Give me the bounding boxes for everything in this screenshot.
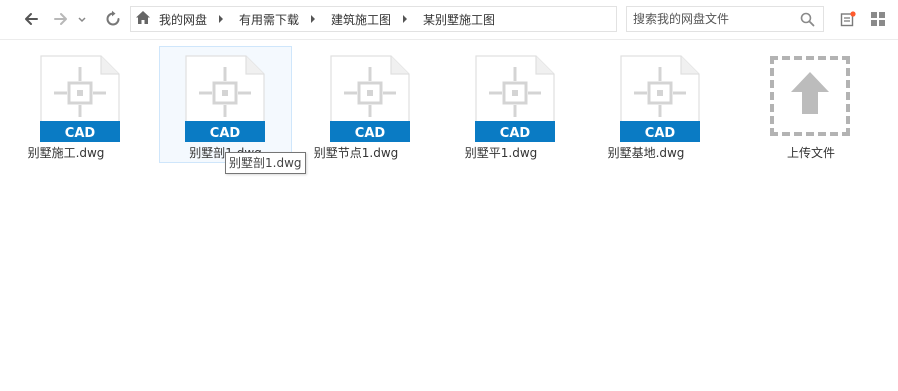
upload-label: 上传文件 — [786, 146, 835, 160]
refresh-icon — [106, 10, 120, 26]
chevron-down-icon — [78, 17, 86, 23]
file-item[interactable]: CAD 别墅平1.dwg — [435, 46, 567, 163]
upload-arrow-icon — [791, 72, 829, 114]
grid-view-icon — [871, 12, 885, 26]
home-icon[interactable] — [135, 10, 151, 28]
file-item-selected[interactable]: CAD 别墅剖1.dwg — [159, 46, 292, 163]
file-item[interactable]: CAD 别墅施工.dwg — [0, 46, 132, 163]
file-name: 别墅节点1.dwg — [313, 146, 399, 160]
cad-file-icon: CAD — [40, 55, 120, 142]
notification-badge — [850, 11, 856, 17]
breadcrumb-item-downloads[interactable]: 有用需下载 — [235, 7, 303, 31]
breadcrumb-item-architecture[interactable]: 建筑施工图 — [327, 7, 395, 31]
forward-button[interactable] — [50, 8, 72, 30]
breadcrumb-separator — [219, 15, 224, 23]
cad-badge: CAD — [355, 126, 386, 141]
upload-dropzone[interactable] — [770, 56, 850, 136]
cad-badge: CAD — [645, 126, 676, 141]
file-name: 别墅平1.dwg — [464, 146, 538, 160]
breadcrumb-item-villa[interactable]: 某别墅施工图 — [419, 7, 499, 31]
history-dropdown[interactable] — [74, 8, 90, 30]
cad-file-icon: CAD — [475, 55, 555, 142]
toolbar: 我的网盘 有用需下载 建筑施工图 某别墅施工图 — [0, 0, 898, 40]
breadcrumb-separator — [311, 15, 316, 23]
arrow-right-icon — [54, 13, 67, 25]
upload-file-button[interactable]: 上传文件 — [750, 46, 872, 163]
file-name: 别墅施工.dwg — [27, 146, 105, 160]
cad-file-icon: CAD — [185, 55, 265, 142]
notification-button[interactable] — [840, 11, 856, 27]
file-name: 别墅基地.dwg — [607, 146, 685, 160]
cad-badge: CAD — [500, 126, 531, 141]
back-button[interactable] — [20, 8, 42, 30]
search-icon[interactable] — [800, 12, 815, 31]
cad-badge: CAD — [65, 126, 96, 141]
cad-file-icon: CAD — [330, 55, 410, 142]
tooltip: 别墅剖1.dwg — [225, 152, 306, 174]
arrow-left-icon — [25, 13, 38, 25]
notification-icon — [840, 11, 856, 27]
cad-file-icon: CAD — [620, 55, 700, 142]
cad-badge: CAD — [210, 126, 241, 141]
breadcrumb: 我的网盘 有用需下载 建筑施工图 某别墅施工图 — [130, 6, 617, 32]
breadcrumb-separator — [403, 15, 408, 23]
search-input[interactable] — [633, 10, 793, 28]
breadcrumb-item-my-drive[interactable]: 我的网盘 — [155, 7, 211, 31]
search-box — [626, 6, 824, 32]
refresh-button[interactable] — [102, 8, 124, 30]
grid-view-button[interactable] — [870, 11, 886, 27]
file-item[interactable]: CAD 别墅节点1.dwg — [290, 46, 422, 163]
file-item[interactable]: CAD 别墅基地.dwg — [580, 46, 712, 163]
